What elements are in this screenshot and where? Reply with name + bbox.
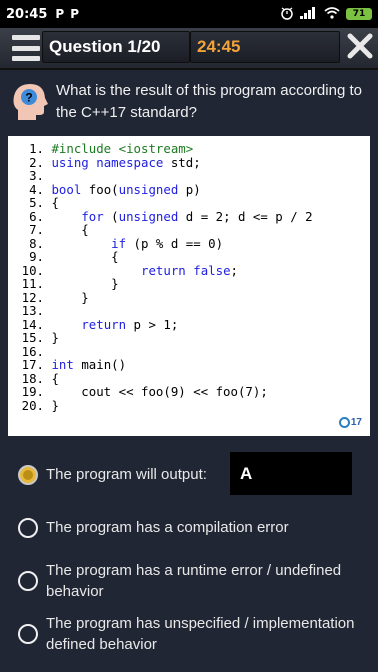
wifi-icon <box>324 6 340 22</box>
code-lines: 1. #include <iostream> 2. using namespace… <box>8 142 370 412</box>
code-line: 5. { <box>8 196 370 210</box>
cpp-logo-icon <box>338 417 350 428</box>
code-text: using namespace std; <box>51 154 201 170</box>
line-number: 19. <box>21 384 44 399</box>
line-number: 2. <box>29 154 44 170</box>
line-number: 7. <box>29 222 44 237</box>
status-icons: 71 <box>280 6 372 23</box>
line-number: 9. <box>29 249 44 264</box>
code-line: 17. int main() <box>8 358 370 372</box>
line-number: 10. <box>21 262 44 278</box>
menu-bar <box>12 45 40 51</box>
code-line: 4. bool foo(unsigned p) <box>8 181 370 197</box>
option-runtime-error[interactable]: The program has a runtime error / undefi… <box>18 560 368 604</box>
code-line: 16. <box>8 343 370 359</box>
code-text: for (unsigned d = 2; d <= p / 2 <box>81 208 313 224</box>
line-number: 3. <box>29 168 44 183</box>
battery-icon: 71 <box>346 8 372 20</box>
thinking-head-icon: ? <box>13 84 48 120</box>
line-number: 5. <box>29 195 44 210</box>
code-line: 8. if (p % d == 0) <box>8 235 370 251</box>
line-number: 18. <box>21 370 44 386</box>
line-number: 4. <box>29 181 44 197</box>
option-label: The program will output: <box>46 466 207 483</box>
code-text: cout << foo(9) << foo(7); <box>51 384 268 399</box>
code-text: } <box>51 397 59 413</box>
line-number: 8. <box>29 235 44 251</box>
question-title: Question 1/20 <box>42 31 190 63</box>
code-line: 6. for (unsigned d = 2; d <= p / 2 <box>8 208 370 224</box>
code-line: 10. return false; <box>8 262 370 278</box>
code-line: 2. using namespace std; <box>8 154 370 170</box>
line-number: 11. <box>21 276 44 291</box>
code-line: 7. { <box>8 223 370 237</box>
menu-button[interactable] <box>12 35 40 61</box>
code-line: 1. #include <iostream> <box>8 142 370 156</box>
signal-icon <box>300 6 318 22</box>
line-number: 1. <box>29 141 44 156</box>
option-compilation-error[interactable]: The program has a compilation error <box>18 517 368 539</box>
code-line: 14. return p > 1; <box>8 316 370 332</box>
option-label: The program has unspecified / implementa… <box>46 615 355 653</box>
code-text: } <box>51 330 59 345</box>
code-line: 19. cout << foo(9) << foo(7); <box>8 385 370 399</box>
parking-notification-icon: P <box>55 7 65 21</box>
menu-bar <box>12 35 40 40</box>
question-text: What is the result of this program accor… <box>56 82 362 121</box>
question-row: ? What is the result of this program acc… <box>0 72 378 134</box>
line-number: 13. <box>21 303 44 318</box>
line-number: 12. <box>21 289 44 305</box>
line-number: 16. <box>21 343 44 359</box>
quiz-timer: 24:45 <box>190 31 340 63</box>
status-bar: 20:45 P P 71 <box>0 0 378 28</box>
line-number: 14. <box>21 316 44 332</box>
alarm-icon <box>280 6 294 23</box>
status-time: 20:45 <box>6 6 48 22</box>
code-line: 9. { <box>8 250 370 264</box>
radio-runtime-error[interactable] <box>18 571 38 591</box>
code-text: return p > 1; <box>81 316 179 332</box>
option-unspecified[interactable]: The program has unspecified / implementa… <box>18 613 368 657</box>
code-text: bool foo(unsigned p) <box>51 181 201 197</box>
radio-output[interactable] <box>18 465 38 485</box>
code-line: 3. <box>8 169 370 183</box>
close-button[interactable] <box>346 32 374 60</box>
svg-text:?: ? <box>25 91 32 105</box>
line-number: 6. <box>29 208 44 224</box>
option-label: The program has a compilation error <box>46 519 289 536</box>
line-number: 20. <box>21 397 44 413</box>
code-line: 11. } <box>8 277 370 291</box>
radio-unspecified[interactable] <box>18 624 38 644</box>
code-text: } <box>51 289 89 305</box>
line-number: 17. <box>21 357 44 372</box>
cpp-standard-label: 17 <box>350 417 362 428</box>
radio-compilation-error[interactable] <box>18 518 38 538</box>
code-line: 15. } <box>8 331 370 345</box>
code-text: int main() <box>51 357 127 372</box>
parking-notification-icon-2: P <box>70 7 79 21</box>
cpp17-badge: 17 <box>338 417 362 428</box>
close-icon <box>347 33 373 59</box>
code-line: 20. } <box>8 397 370 413</box>
menu-bar <box>12 56 40 61</box>
app-header: Question 1/20 24:45 <box>0 28 378 70</box>
code-line: 18. { <box>8 370 370 386</box>
option-label: The program has a runtime error / undefi… <box>46 562 342 600</box>
line-number: 15. <box>21 330 44 345</box>
code-line: 13. <box>8 304 370 318</box>
code-line: 12. } <box>8 289 370 305</box>
answer-input[interactable] <box>230 452 352 495</box>
code-snippet: 1. #include <iostream> 2. using namespace… <box>8 136 370 436</box>
